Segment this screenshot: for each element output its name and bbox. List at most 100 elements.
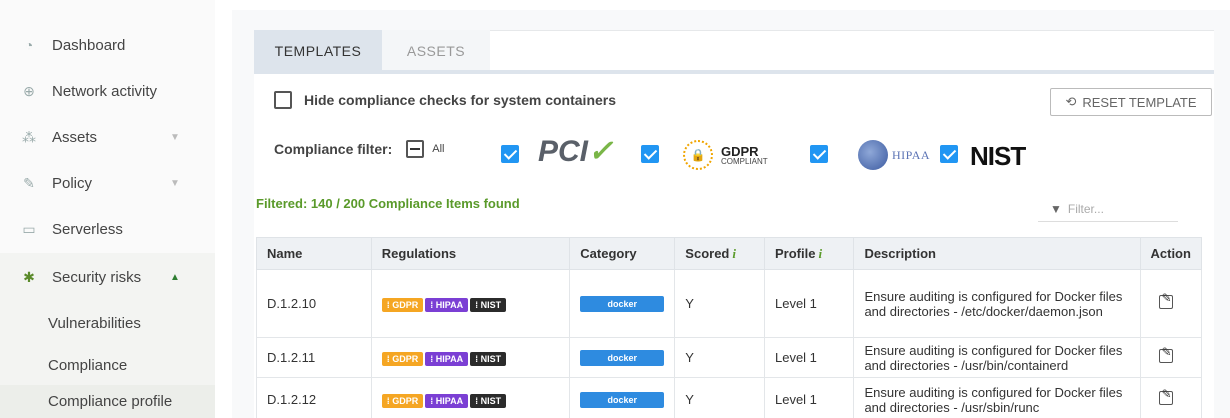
tab-bar: TEMPLATES ASSETS [254, 30, 490, 72]
hipaa-emblem-icon [858, 140, 888, 170]
sidebar-subitem-vulnerabilities[interactable]: Vulnerabilities [0, 301, 215, 345]
info-icon[interactable]: i [732, 246, 736, 261]
hide-system-containers-label: Hide compliance checks for system contai… [304, 92, 617, 108]
tag-gdpr: ⁞ GDPR [381, 351, 424, 366]
sidebar-item-label: Security risks [52, 268, 142, 286]
filter-pci-checkbox[interactable] [501, 145, 519, 163]
table-row[interactable]: D.1.2.12 ⁞ GDPR ⁞ HIPAA ⁞ NIST docker Y Le… [256, 377, 1202, 418]
chevron-down-icon: ▼ [170, 177, 180, 189]
tag-nist: ⁞ NIST [470, 351, 507, 366]
sidebar-subitem-compliance[interactable]: Compliance [0, 345, 215, 385]
col-profile[interactable]: Profile i [763, 237, 855, 270]
edit-icon[interactable] [1158, 291, 1173, 309]
lock-icon: 🔒 [683, 140, 713, 170]
cell-profile: Level 1 [763, 337, 855, 378]
table-filter-input[interactable]: ▼ Filter... [1038, 196, 1178, 222]
col-regulations[interactable]: Regulations [370, 237, 571, 270]
cell-profile: Level 1 [763, 377, 855, 418]
pci-logo-text: PCI [538, 135, 589, 168]
tab-templates[interactable]: TEMPLATES [254, 30, 382, 72]
cell-action [1139, 269, 1202, 338]
tag-gdpr: ⁞ GDPR [381, 297, 424, 312]
table-row[interactable]: D.1.2.11 ⁞ GDPR ⁞ HIPAA ⁞ NIST docker Y Le… [256, 337, 1202, 378]
sidebar-subitem-label: Vulnerabilities [48, 314, 141, 332]
category-badge: docker [580, 350, 665, 366]
table-row[interactable]: D.1.2.10 ⁞ GDPR ⁞ HIPAA ⁞ NIST docker Y Le… [256, 269, 1202, 338]
reset-template-button[interactable]: ⟲ RESET TEMPLATE [1050, 88, 1212, 116]
col-profile-label: Profile [774, 245, 816, 261]
table-header-row: Name Regulations Category Scored i Profil… [256, 237, 1202, 270]
tag-hipaa: ⁞ HIPAA [425, 297, 469, 312]
hide-system-containers-row: Hide compliance checks for system contai… [274, 91, 616, 109]
tab-underline [254, 70, 1214, 74]
top-divider [215, 0, 1230, 8]
sidebar-item-serverless[interactable]: ▭ Serverless [0, 215, 215, 243]
cell-regulations: ⁞ GDPR ⁞ HIPAA ⁞ NIST [370, 377, 571, 418]
col-category[interactable]: Category [569, 237, 676, 270]
cell-regulations: ⁞ GDPR ⁞ HIPAA ⁞ NIST [370, 269, 571, 338]
tab-assets[interactable]: ASSETS [382, 30, 490, 72]
filter-all-checkbox[interactable] [406, 140, 425, 158]
sidebar-item-label: Serverless [52, 220, 123, 238]
sidebar-subitem-label: Compliance [48, 356, 128, 374]
edit-icon[interactable] [1158, 345, 1173, 363]
cell-description: Ensure auditing is configured for Docker… [853, 377, 1141, 418]
col-scored-label: Scored [685, 245, 730, 261]
gdpr-logo-subtitle: COMPLIANT [721, 156, 768, 166]
sidebar-subitem-label: Compliance profile [48, 393, 173, 410]
chevron-down-icon: ▼ [170, 131, 180, 143]
cell-action [1139, 337, 1202, 378]
dashboard-icon: ◔ [24, 37, 34, 53]
nist-logo: NIST [970, 141, 1026, 171]
category-badge: docker [580, 296, 665, 312]
cell-profile: Level 1 [763, 269, 855, 338]
col-name[interactable]: Name [256, 237, 372, 270]
gdpr-logo: 🔒 GDPR COMPLIANT [683, 140, 768, 170]
tag-hipaa: ⁞ HIPAA [425, 351, 469, 366]
compliance-filter-label: Compliance filter: [274, 141, 393, 157]
filter-gdpr-checkbox[interactable] [641, 145, 659, 163]
policy-icon: ✎ [23, 174, 35, 191]
edit-icon[interactable] [1158, 387, 1173, 405]
sidebar-item-policy[interactable]: ✎ Policy ▼ [0, 169, 215, 197]
cell-scored: Y [674, 377, 765, 418]
cell-regulations: ⁞ GDPR ⁞ HIPAA ⁞ NIST [370, 337, 571, 378]
reset-icon: ⟲ [1065, 94, 1077, 109]
compliance-table: Name Regulations Category Scored i Profil… [256, 237, 1202, 418]
filter-nist-checkbox[interactable] [940, 145, 958, 163]
gdpr-logo-title: GDPR [721, 143, 759, 159]
hipaa-logo: HIPAA [858, 140, 930, 170]
cell-action [1139, 377, 1202, 418]
hipaa-logo-text: HIPAA [892, 147, 931, 162]
sidebar-item-network-activity[interactable]: ⊕ Network activity [0, 77, 215, 105]
cell-description: Ensure auditing is configured for Docker… [853, 269, 1141, 338]
sidebar-item-label: Assets [52, 128, 98, 146]
filter-hipaa-checkbox[interactable] [810, 145, 828, 163]
cell-category: docker [569, 337, 676, 378]
info-icon[interactable]: i [818, 246, 822, 261]
reset-template-label: RESET TEMPLATE [1082, 94, 1197, 110]
cell-name: D.1.2.10 [256, 269, 372, 338]
filter-placeholder: Filter... [1067, 201, 1104, 216]
globe-icon: ⊕ [23, 82, 35, 99]
chevron-up-icon: ▲ [170, 271, 180, 283]
assets-icon: ⁂ [22, 128, 36, 145]
sidebar-item-security-risks[interactable]: ✱ Security risks ▲ [0, 253, 215, 301]
bug-icon: ✱ [23, 268, 35, 285]
filter-all-label: All [432, 143, 445, 155]
sidebar-item-dashboard[interactable]: ◔ Dashboard [0, 31, 215, 59]
tag-gdpr: ⁞ GDPR [381, 393, 424, 408]
col-scored[interactable]: Scored i [674, 237, 765, 270]
cell-category: docker [569, 377, 676, 418]
hide-system-containers-checkbox[interactable] [274, 91, 292, 109]
compliance-filter-row: Compliance filter: All [274, 140, 508, 158]
col-description[interactable]: Description [853, 237, 1141, 270]
category-badge: docker [580, 392, 665, 408]
cell-name: D.1.2.12 [256, 377, 372, 418]
sidebar: ◔ Dashboard ⊕ Network activity ⁂ Assets … [0, 0, 215, 418]
sidebar-item-assets[interactable]: ⁂ Assets ▼ [0, 123, 215, 151]
tag-nist: ⁞ NIST [470, 393, 507, 408]
sidebar-subitem-compliance-profile[interactable]: Compliance profile [0, 385, 215, 418]
tag-hipaa: ⁞ HIPAA [425, 393, 469, 408]
filter-funnel-icon: ▼ [1050, 201, 1062, 216]
